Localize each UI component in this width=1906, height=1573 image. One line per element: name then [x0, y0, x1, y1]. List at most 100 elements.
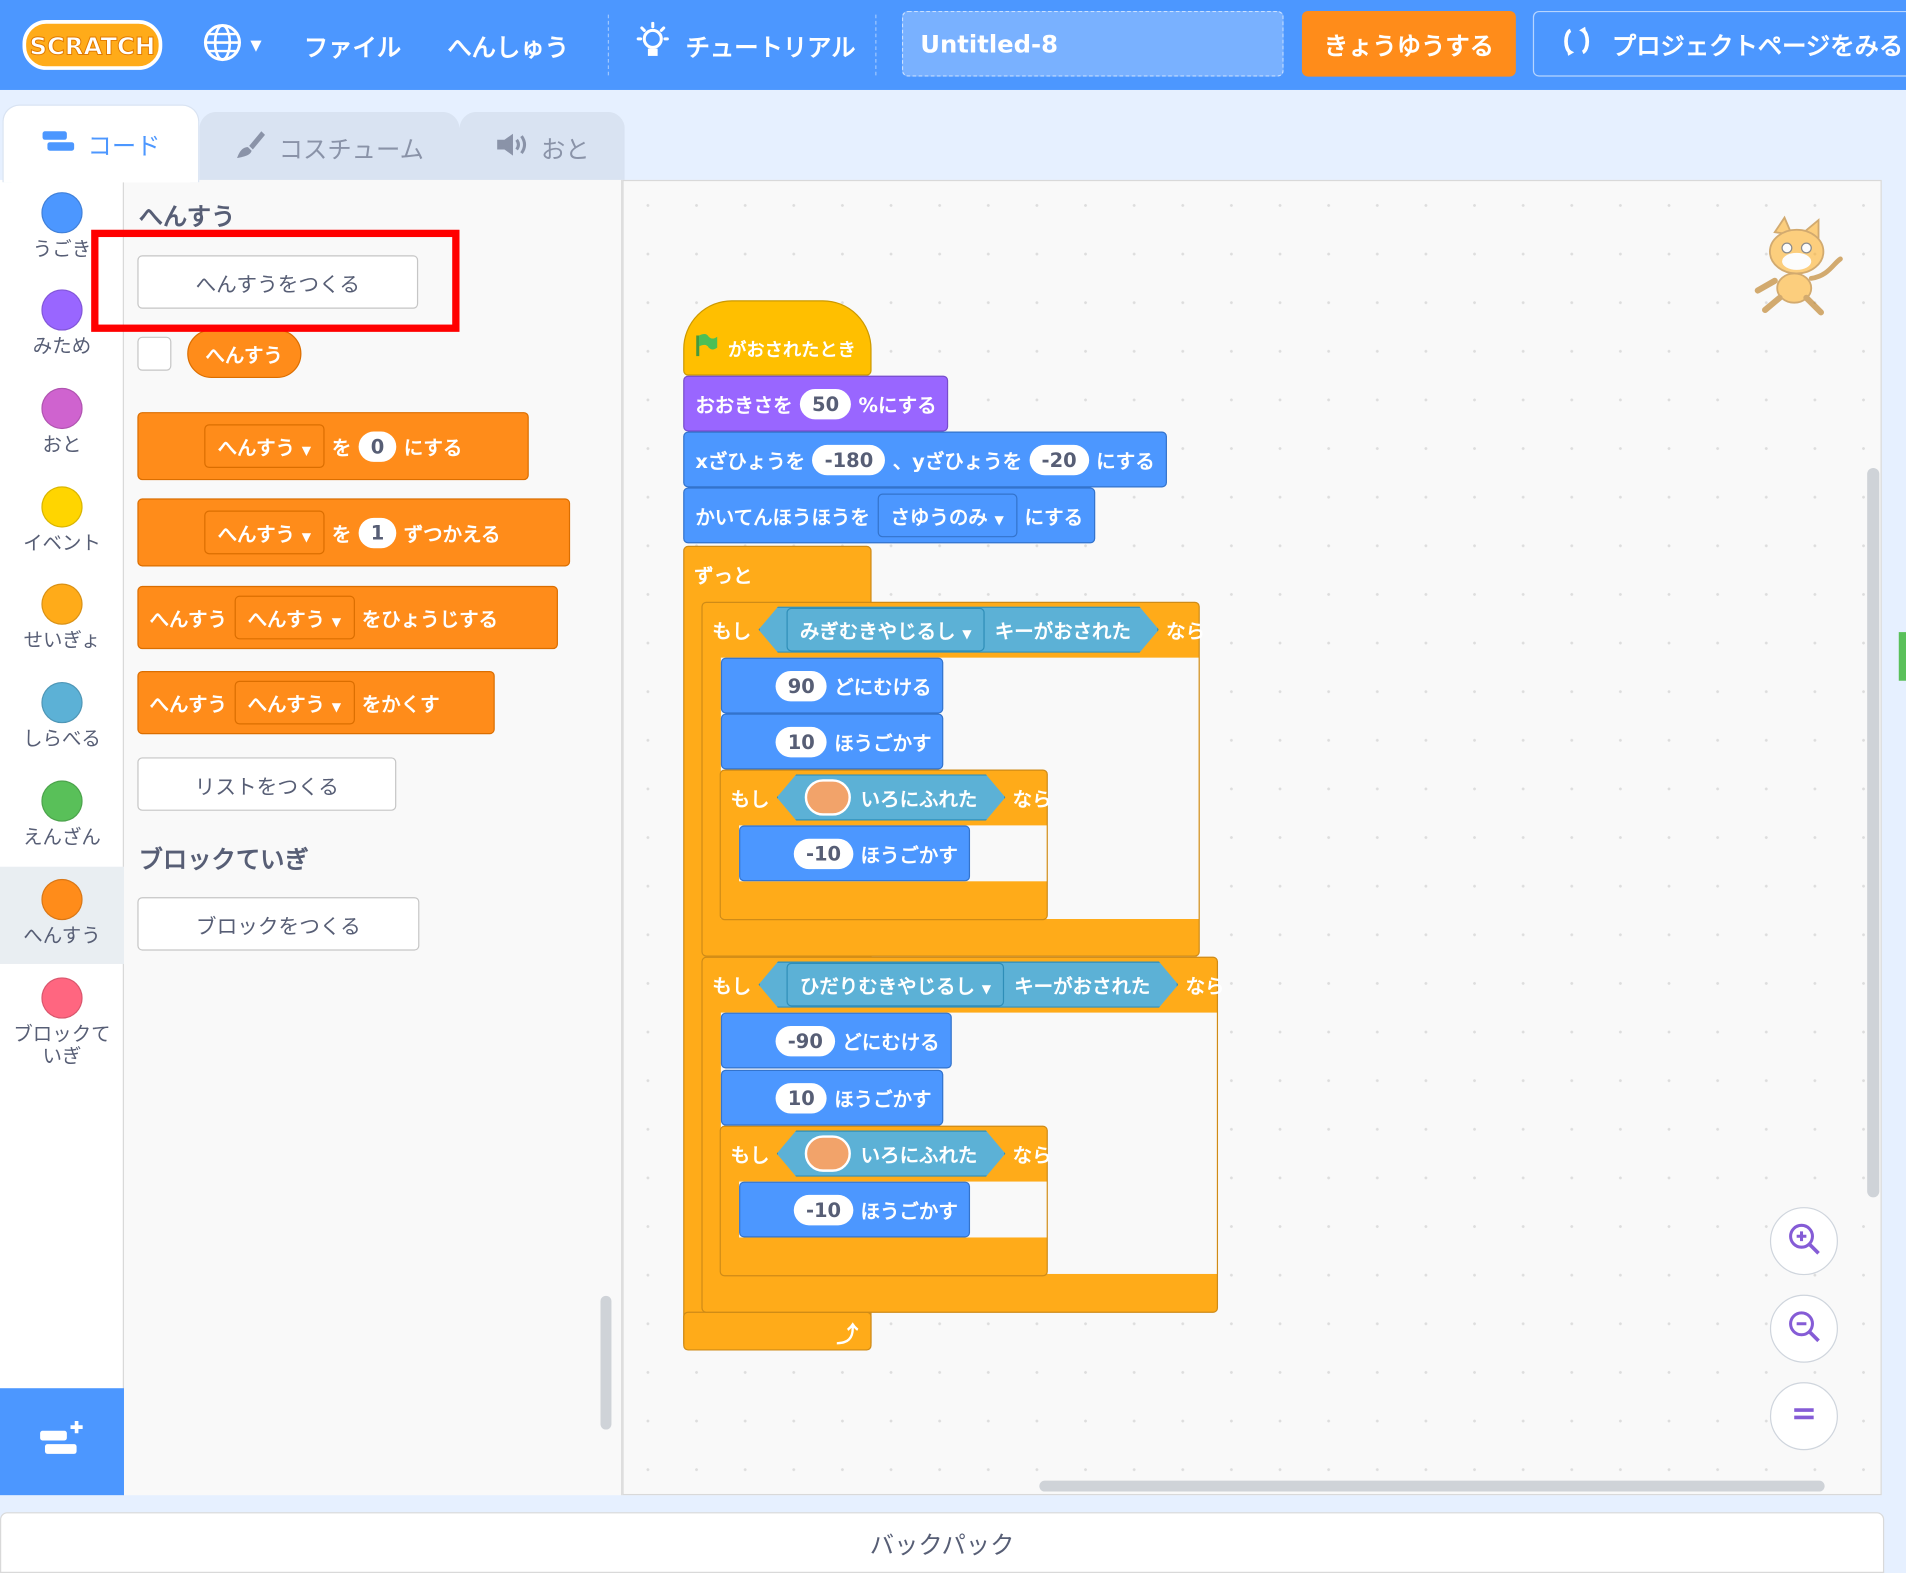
steps-value-input[interactable]: 10 — [775, 1082, 827, 1113]
if-block-1-header[interactable]: もし みぎむきやじるし ▼ キーがおされた なら — [701, 602, 1216, 658]
tab-code[interactable]: コード — [2, 104, 200, 183]
if-block-2-header[interactable]: もし ひだりむきやじるし ▼ キーがおされた なら — [701, 957, 1235, 1013]
point-in-direction-block[interactable]: 90 どにむける — [720, 657, 944, 714]
workspace-horizontal-scrollbar[interactable] — [1039, 1480, 1825, 1492]
color-swatch[interactable] — [805, 1135, 851, 1171]
see-project-page-label: プロジェクトページをみる — [1611, 30, 1904, 61]
variable-reporter[interactable]: へんすう — [187, 329, 302, 379]
chevron-down-icon: ▼ — [301, 531, 312, 545]
zoom-reset-icon — [1789, 1402, 1818, 1431]
menu-divider — [875, 14, 877, 76]
zoom-out-button[interactable] — [1769, 1294, 1838, 1363]
chevron-down-icon: ▼ — [994, 514, 1004, 528]
show-suffix-label: をひょうじする — [361, 607, 498, 631]
remix-arrows-icon — [1561, 26, 1593, 61]
variable-dropdown[interactable]: へんすう ▼ — [234, 595, 355, 640]
hide-variable-block[interactable]: へんすう へんすう ▼ をかくす — [137, 671, 495, 735]
category-events[interactable]: イベント — [0, 474, 124, 571]
steps-value-input[interactable]: 10 — [775, 726, 827, 757]
set-size-block[interactable]: おおきさを 50 %にする — [683, 375, 949, 432]
show-variable-block[interactable]: へんすう へんすう ▼ をひょうじする — [137, 585, 558, 650]
edit-menu[interactable]: へんしゅう — [447, 0, 569, 90]
inner-if-1-header[interactable]: もし いろにふれた なら — [720, 769, 1063, 825]
chevron-down-icon: ▼ — [981, 983, 992, 997]
zoom-out-icon — [1786, 1308, 1822, 1349]
key-dropdown[interactable]: みぎむきやじるし ▼ — [787, 608, 986, 652]
make-list-button[interactable]: リストをつくる — [137, 757, 397, 811]
category-sensing-label: しらべる — [23, 726, 101, 751]
size-value-input[interactable]: 50 — [799, 388, 852, 419]
point-direction-label: どにむける — [834, 675, 932, 699]
direction-value-input[interactable]: 90 — [775, 670, 827, 701]
y-value-input[interactable]: -20 — [1029, 444, 1089, 475]
category-my-blocks[interactable]: ブロックて いぎ — [0, 965, 124, 1082]
category-sensing[interactable]: しらべる — [0, 670, 124, 767]
add-extension-button[interactable] — [0, 1388, 124, 1496]
project-title-input[interactable]: Untitled-8 — [901, 10, 1284, 77]
share-button[interactable]: きょうゆうする — [1301, 10, 1516, 77]
loop-arrow-icon: ⤴ — [836, 1322, 859, 1349]
point-in-direction-block[interactable]: -90 どにむける — [720, 1012, 952, 1069]
make-block-button[interactable]: ブロックをつくる — [137, 897, 420, 951]
key-dropdown[interactable]: ひだりむきやじるし ▼ — [787, 963, 1005, 1007]
forever-label[interactable]: ずっと — [683, 546, 763, 602]
add-extension-icon — [38, 1419, 87, 1465]
backpack-header[interactable]: バックパック — [0, 1512, 1885, 1573]
move-back-steps-block[interactable]: -10 ほうごかす — [739, 1181, 970, 1238]
steps-value-input[interactable]: -10 — [793, 838, 854, 869]
color-swatch[interactable] — [805, 779, 851, 815]
scratch-logo[interactable]: SCRATCH — [22, 17, 165, 73]
category-operators-dot — [41, 780, 83, 822]
palette-scrollbar[interactable] — [600, 1295, 612, 1430]
chevron-down-icon: ▼ — [250, 36, 262, 54]
category-sound[interactable]: おと — [0, 376, 124, 473]
set-rotation-style-block[interactable]: かいてんほうほうを さゆうのみ ▼ にする — [683, 487, 1096, 544]
zoom-in-button[interactable] — [1769, 1207, 1838, 1276]
workspace-vertical-scrollbar[interactable] — [1867, 468, 1880, 1198]
direction-value-input[interactable]: -90 — [775, 1025, 836, 1056]
tutorials-menu[interactable]: チュートリアル — [635, 0, 856, 90]
rotation-style-dropdown[interactable]: さゆうのみ ▼ — [877, 493, 1018, 538]
then-label: なら — [1012, 1143, 1052, 1167]
variable-dropdown[interactable]: へんすう ▼ — [204, 424, 325, 469]
inner-if-2-header[interactable]: もし いろにふれた なら — [720, 1126, 1063, 1182]
move-steps-block[interactable]: 10 ほうごかす — [720, 713, 944, 770]
touching-color-condition[interactable]: いろにふれた — [777, 1131, 1006, 1177]
key-pressed-condition[interactable]: みぎむきやじるし ▼ キーがおされた — [759, 607, 1159, 653]
highlight-box — [91, 229, 460, 332]
change-value-input[interactable]: 1 — [358, 517, 397, 548]
x-value-input[interactable]: -180 — [812, 444, 886, 475]
tab-sounds[interactable]: おと — [459, 111, 625, 183]
category-operators[interactable]: えんざん — [0, 768, 124, 865]
my-blocks-section-title: ブロックていぎ — [138, 844, 309, 875]
set-variable-block[interactable]: へんすう ▼ を 0 にする — [137, 412, 529, 481]
category-control[interactable]: せいぎょ — [0, 571, 124, 668]
zoom-reset-button[interactable] — [1769, 1382, 1838, 1451]
if-label: もし — [730, 787, 770, 811]
file-menu[interactable]: ファイル — [304, 0, 401, 90]
code-workspace[interactable]: ⤴ がおされたとき おおきさを 50 %にする xざひょうを -180 、yざひ… — [622, 179, 1882, 1496]
touching-color-condition[interactable]: いろにふれた — [777, 774, 1006, 820]
see-project-page-button[interactable]: プロジェクトページをみる — [1532, 10, 1906, 77]
go-to-xy-block[interactable]: xざひょうを -180 、yざひょうを -20 にする — [683, 431, 1167, 488]
when-flag-clicked-block[interactable]: がおされたとき — [683, 300, 872, 376]
variable-dropdown[interactable]: へんすう ▼ — [204, 510, 325, 555]
variable-checkbox[interactable] — [137, 336, 172, 371]
rotation-style-label: さゆうのみ — [890, 505, 988, 529]
move-steps-label: ほうごかす — [860, 1199, 958, 1223]
category-variables[interactable]: へんすう — [0, 866, 124, 964]
set-size-prefix: おおきさを — [695, 393, 793, 417]
scratch-editor: SCRATCH ▼ ファイル へんしゅう チュートリアル Untitled-8 … — [0, 0, 1906, 1573]
move-steps-block[interactable]: 10 ほうごかす — [720, 1069, 944, 1126]
chevron-down-icon: ▼ — [962, 628, 972, 642]
change-variable-block[interactable]: へんすう ▼ を 1 ずつかえる — [137, 498, 571, 567]
key-pressed-condition[interactable]: ひだりむきやじるし ▼ キーがおされた — [759, 962, 1179, 1008]
variable-dropdown[interactable]: へんすう ▼ — [234, 680, 355, 725]
tab-costumes[interactable]: コスチューム — [199, 111, 460, 183]
touching-color-label: いろにふれた — [860, 1143, 978, 1167]
steps-value-input[interactable]: -10 — [793, 1194, 854, 1225]
set-value-input[interactable]: 0 — [358, 430, 397, 462]
move-back-steps-block[interactable]: -10 ほうごかす — [739, 825, 970, 882]
language-menu[interactable]: ▼ — [202, 0, 262, 90]
key-pressed-label: キーがおされた — [1014, 974, 1151, 999]
